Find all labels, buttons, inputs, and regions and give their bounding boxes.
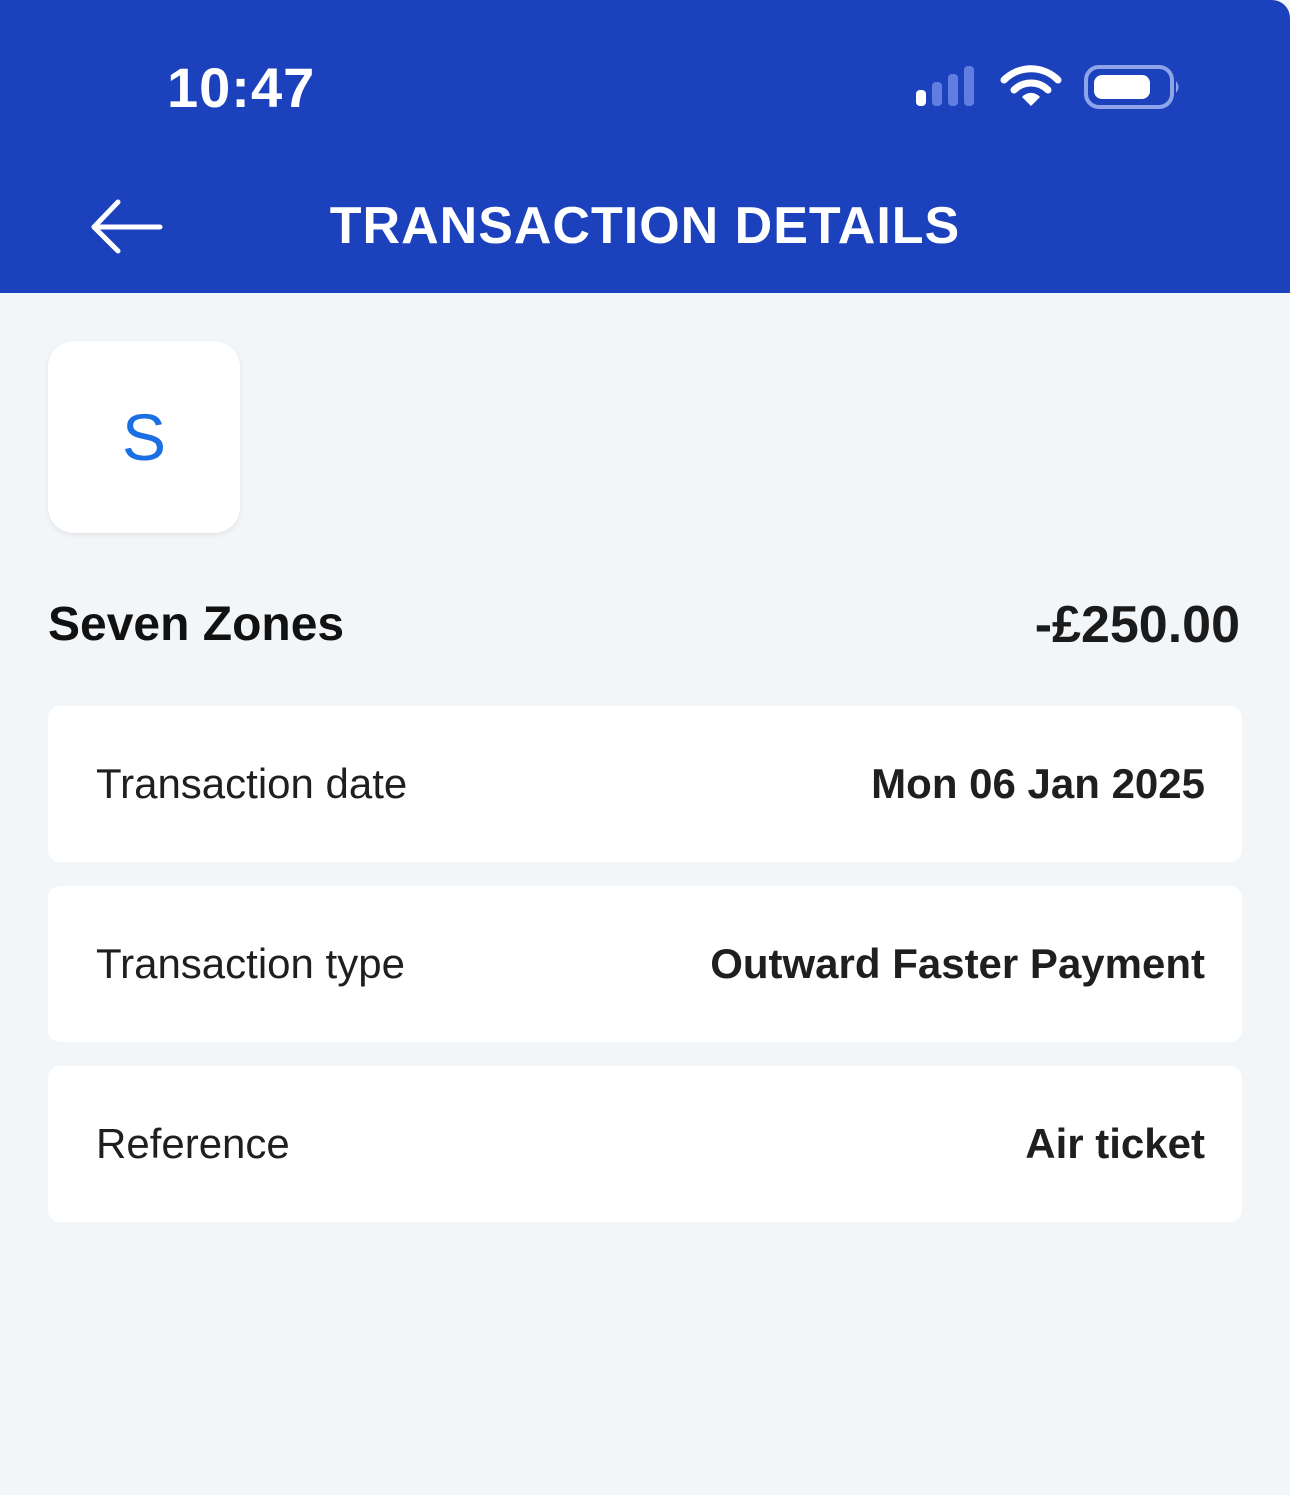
detail-row-reference: Reference Air ticket xyxy=(48,1066,1242,1222)
status-icons xyxy=(912,62,1182,112)
detail-value: Air ticket xyxy=(1025,1120,1205,1167)
detail-label: Reference xyxy=(96,1120,290,1167)
page-title: TRANSACTION DETAILS xyxy=(329,197,961,255)
detail-value: Outward Faster Payment xyxy=(710,940,1205,987)
payee-name: Seven Zones xyxy=(48,598,345,651)
payee-avatar: S xyxy=(48,341,240,533)
detail-label: Transaction type xyxy=(96,940,405,987)
wifi-icon xyxy=(1000,65,1062,106)
cellular-signal-icon xyxy=(916,66,974,106)
detail-value: Mon 06 Jan 2025 xyxy=(871,760,1205,807)
transaction-amount: -£250.00 xyxy=(1034,596,1240,654)
status-time: 10:47 xyxy=(167,56,316,119)
battery-icon xyxy=(1084,65,1179,109)
detail-row-transaction-type: Transaction type Outward Faster Payment xyxy=(48,886,1242,1042)
detail-row-transaction-date: Transaction date Mon 06 Jan 2025 xyxy=(48,706,1242,862)
app-header: 10:47 TRANSACTION DETAILS xyxy=(0,0,1290,293)
detail-label: Transaction date xyxy=(96,760,408,807)
